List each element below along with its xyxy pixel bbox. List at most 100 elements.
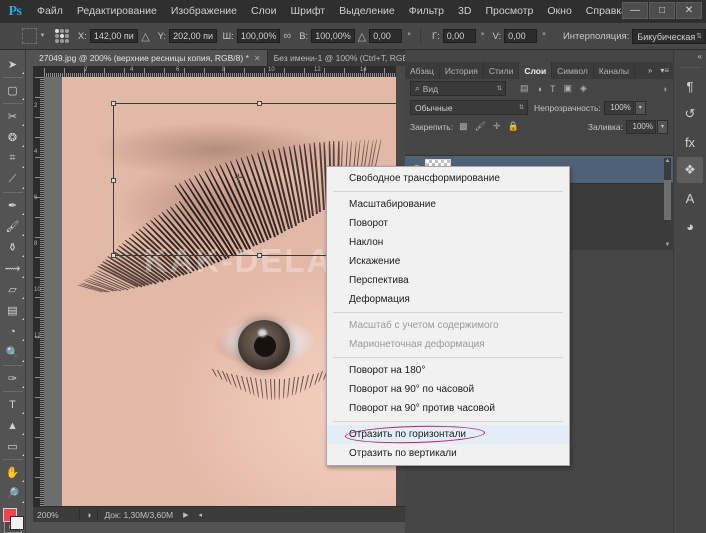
menu-2[interactable]: Изображение [164,0,244,23]
skew-v-input[interactable]: 0,00 [504,29,538,43]
context-menu-item-13[interactable]: Отразить по вертикали [327,444,569,463]
context-menu-item-12[interactable]: Отразить по горизонтали [327,425,569,444]
tool-preset-arrow-icon[interactable]: ▼ [39,33,45,39]
background-color-swatch[interactable] [9,516,24,530]
menu-7[interactable]: 3D [451,0,478,23]
type-filter-icon[interactable]: T [550,84,556,94]
lock-transparent-pixels-icon[interactable]: ▩ [459,121,468,132]
close-button[interactable]: ✕ [676,2,702,19]
spot-healing-brush-tool[interactable]: ✒ [1,195,25,216]
lock-image-pixels-icon[interactable]: 🖌 [475,121,486,132]
document-tab-active[interactable]: 27049.jpg @ 200% (верхние ресницы копия,… [33,50,268,66]
path-selection-tool[interactable]: ▲ [1,415,25,436]
history-brush-tool[interactable]: ⟿ [1,258,25,279]
eraser-tool[interactable]: ▱ [1,279,25,300]
zoom-tool[interactable]: 🔎 [1,483,25,504]
context-menu-item-0[interactable]: Свободное трансформирование [327,169,569,188]
width-input[interactable]: 100,00% [236,29,281,43]
gradient-tool[interactable]: ▤ [1,300,25,321]
x-input[interactable]: 142,00 пи [89,29,139,43]
panel-tab-стили[interactable]: Стили [484,62,520,79]
menu-4[interactable]: Шрифт [284,0,333,23]
link-xy-icon[interactable]: △ [141,30,149,43]
type-tool[interactable]: T [1,394,25,415]
eyedropper-tool[interactable]: ⟋ [1,169,25,190]
chain-link-icon[interactable]: ∞ [283,30,291,42]
reference-point-grid[interactable] [55,29,69,43]
brush-tool[interactable]: 🖌 [1,216,25,237]
angle-input[interactable]: 0,00 [369,29,403,43]
status-resize-icon[interactable]: ◂ [198,511,202,519]
history-panel-icon[interactable]: ↺ [677,101,703,127]
minimize-button[interactable]: — [622,2,648,19]
fill-input[interactable]: 100% [626,119,656,134]
lock-position-icon[interactable]: ✛ [493,121,501,132]
preview-icon[interactable]: ◑ [86,510,91,520]
adjustment-filter-icon[interactable]: ◑ [537,84,542,94]
zoom-level[interactable]: 200% [33,510,73,520]
menu-9[interactable]: Окно [540,0,578,23]
blend-mode-select[interactable]: Обычные ⇅ [410,100,528,115]
context-menu-item-6[interactable]: Деформация [327,290,569,309]
scrollbar-thumb[interactable] [664,180,671,220]
scroll-up-arrow-icon[interactable]: ▲ [664,158,671,164]
y-input[interactable]: 202,00 пи [169,29,218,43]
crop-tool[interactable]: ⌗ [1,148,25,169]
paragraph-panel-icon[interactable]: ¶ [677,73,703,99]
context-menu-item-11[interactable]: Поворот на 90° против часовой [327,399,569,418]
menu-8[interactable]: Просмотр [478,0,540,23]
pixel-filter-icon[interactable]: ▤ [520,83,529,94]
filter-toggle-icon[interactable]: ◗ [663,84,668,94]
shape-filter-icon[interactable]: ▣ [563,83,572,94]
scroll-down-arrow-icon[interactable]: ▼ [664,242,671,248]
context-menu-item-4[interactable]: Искажение [327,252,569,271]
panel-tab-символ[interactable]: Символ [552,62,594,79]
adjustments-panel-icon[interactable]: ◕ [677,213,703,239]
maximize-button[interactable]: □ [649,2,675,19]
height-input[interactable]: 100,00% [311,29,355,43]
opacity-arrow-icon[interactable]: ▾ [634,100,646,115]
clone-stamp-tool[interactable]: ⚱ [1,237,25,258]
opacity-input[interactable]: 100% [603,100,634,115]
rectangular-marquee-tool[interactable]: ▢ [1,80,25,101]
panel-menu-icon[interactable]: ▾≡ [656,62,673,79]
panel-tab-слои[interactable]: Слои [519,62,553,79]
skew-h-input[interactable]: 0,00 [442,29,476,43]
smart-object-filter-icon[interactable]: ◈ [580,83,587,94]
styles-panel-icon[interactable]: fx [677,129,703,155]
context-menu-item-3[interactable]: Наклон [327,233,569,252]
character-panel-icon[interactable]: A [677,185,703,211]
hand-tool[interactable]: ✋ [1,462,25,483]
close-icon[interactable]: ✕ [254,54,261,63]
panel-tab-каналы[interactable]: Каналы [594,62,635,79]
menu-6[interactable]: Фильтр [402,0,451,23]
pen-tool[interactable]: ✑ [1,368,25,389]
fill-arrow-icon[interactable]: ▾ [657,119,668,134]
lasso-tool[interactable]: ✂ [1,106,25,127]
layer-list-scrollbar[interactable]: ▲ ▼ [664,158,671,248]
quick-selection-tool[interactable]: ❂ [1,127,25,148]
transform-center-point[interactable]: ✛ [233,173,244,184]
menu-3[interactable]: Слои [244,0,284,23]
menu-0[interactable]: Файл [30,0,70,23]
dodge-tool[interactable]: 🔍 [1,342,25,363]
move-tool[interactable]: ➤ [1,54,25,75]
context-menu-item-5[interactable]: Перспектива [327,271,569,290]
double-chevron-right-icon[interactable]: » [644,62,656,79]
context-menu-item-9[interactable]: Поворот на 180° [327,361,569,380]
rectangle-tool[interactable]: ▭ [1,436,25,457]
context-menu-item-2[interactable]: Поворот [327,214,569,233]
context-menu-item-1[interactable]: Масштабирование [327,195,569,214]
menu-5[interactable]: Выделение [332,0,402,23]
menu-1[interactable]: Редактирование [70,0,164,23]
interpolation-select[interactable]: Бикубическая ⇅ [632,28,706,44]
panel-tab-абзац[interactable]: Абзац [405,62,440,79]
color-swatches[interactable] [1,508,25,530]
status-play-icon[interactable]: ▶ [183,511,188,519]
context-menu-item-10[interactable]: Поворот на 90° по часовой [327,380,569,399]
layers-panel-icon[interactable]: ❖ [677,157,703,183]
layer-filter-select[interactable]: ⌕ Вид ⇅ [410,81,506,96]
transform-tool-icon[interactable] [22,28,38,44]
panel-tab-история[interactable]: История [440,62,484,79]
lock-all-icon[interactable]: 🔒 [508,121,519,132]
